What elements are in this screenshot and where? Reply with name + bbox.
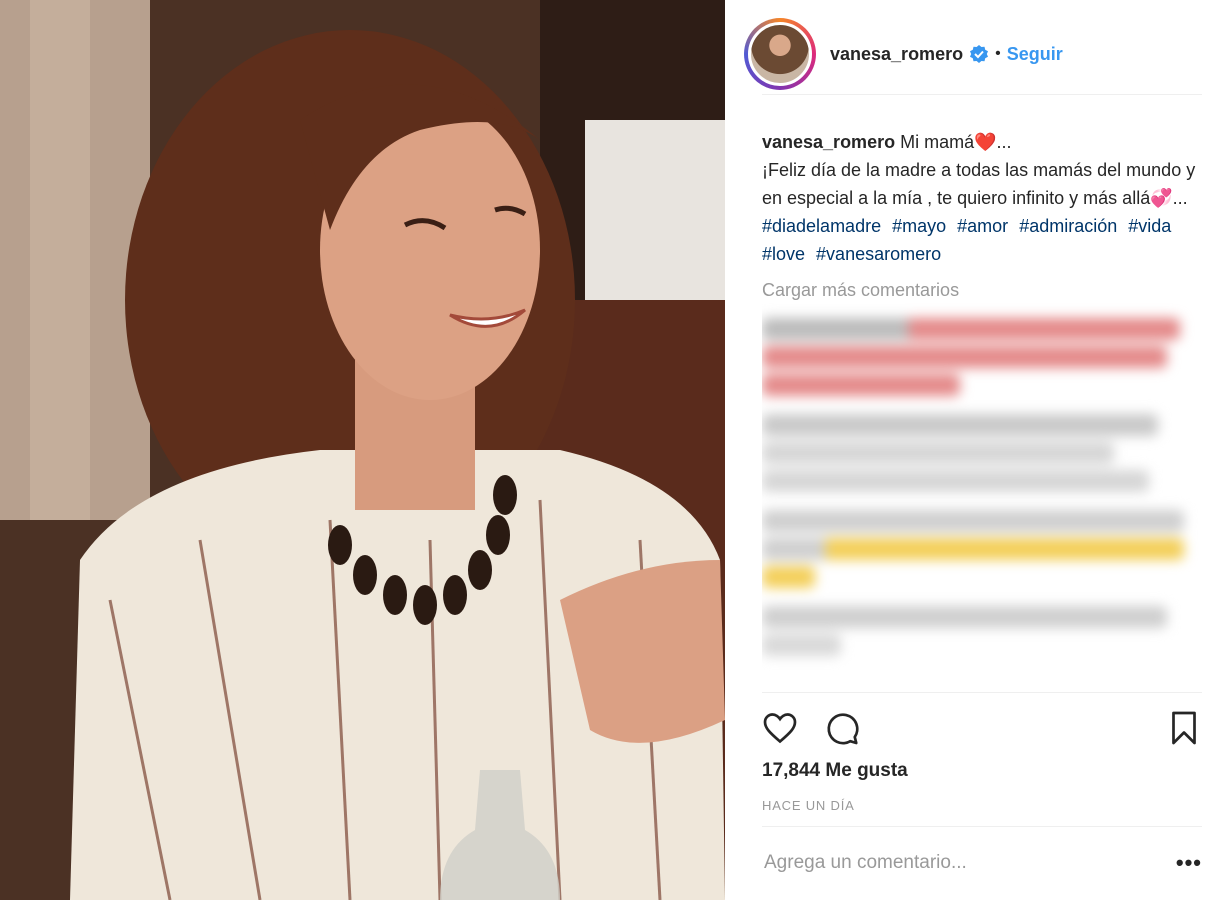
comment-bubble-icon xyxy=(827,713,859,745)
verified-badge-icon xyxy=(970,45,989,63)
post-photo[interactable] xyxy=(0,0,725,900)
blurred-comment-line xyxy=(762,566,815,588)
blurred-comment-line xyxy=(762,414,1158,436)
blurred-comment-line xyxy=(762,346,1167,368)
post-header: vanesa_romero • Seguir xyxy=(744,14,1202,95)
caption-username[interactable]: vanesa_romero xyxy=(762,132,895,152)
add-comment-bar: ••• xyxy=(762,826,1202,899)
blurred-comment-line xyxy=(762,510,1185,532)
caption-hashtags: #diadelamadre #mayo #amor #admiración #v… xyxy=(762,212,1202,268)
likes-count[interactable]: 17,844 Me gusta xyxy=(762,760,908,782)
blurred-comment-line xyxy=(762,634,842,656)
hashtag-link[interactable]: #vida xyxy=(1128,216,1171,236)
save-button[interactable] xyxy=(1166,710,1202,746)
blurred-comment-line xyxy=(762,538,1185,560)
load-more-comments-link[interactable]: Cargar más comentarios xyxy=(762,276,1202,304)
avatar[interactable] xyxy=(744,18,816,90)
caption: vanesa_romero Mi mamá❤️... ¡Feliz día de… xyxy=(762,128,1202,212)
blurred-comment-line xyxy=(762,606,1167,628)
hashtag-link[interactable]: #love xyxy=(762,244,805,264)
photo-illustration xyxy=(0,0,725,900)
comments-section: vanesa_romero Mi mamá❤️... ¡Feliz día de… xyxy=(762,128,1202,678)
bookmark-icon xyxy=(1172,711,1196,745)
header-username[interactable]: vanesa_romero xyxy=(830,44,963,65)
comment-input[interactable] xyxy=(762,851,1176,875)
blurred-comment-line xyxy=(762,374,960,396)
hashtag-link[interactable]: #admiración xyxy=(1019,216,1117,236)
hashtag-link[interactable]: #amor xyxy=(957,216,1008,236)
avatar-image xyxy=(748,22,812,86)
hashtag-link[interactable]: #diadelamadre xyxy=(762,216,881,236)
blurred-comment-line xyxy=(762,470,1150,492)
blurred-comment-line xyxy=(762,442,1114,464)
blurred-comments xyxy=(762,318,1202,656)
caption-line1: Mi mamá❤️... xyxy=(900,132,1012,152)
hashtag-link[interactable]: #vanesaromero xyxy=(816,244,941,264)
caption-line2: ¡Feliz día de la madre a todas las mamás… xyxy=(762,160,1196,208)
post-actions xyxy=(762,692,1202,763)
header-separator: • xyxy=(995,45,1001,62)
comment-button[interactable] xyxy=(824,710,860,746)
instagram-post: vanesa_romero • Seguir vanesa_romero Mi … xyxy=(0,0,1211,900)
blurred-comment-line xyxy=(762,318,1180,340)
heart-icon xyxy=(763,713,797,744)
post-side-panel: vanesa_romero • Seguir vanesa_romero Mi … xyxy=(725,0,1211,900)
more-options-icon[interactable]: ••• xyxy=(1176,850,1202,876)
post-timestamp[interactable]: HACE UN DÍA xyxy=(762,798,855,813)
follow-button[interactable]: Seguir xyxy=(1007,44,1063,65)
hashtag-link[interactable]: #mayo xyxy=(892,216,946,236)
like-button[interactable] xyxy=(762,710,798,746)
